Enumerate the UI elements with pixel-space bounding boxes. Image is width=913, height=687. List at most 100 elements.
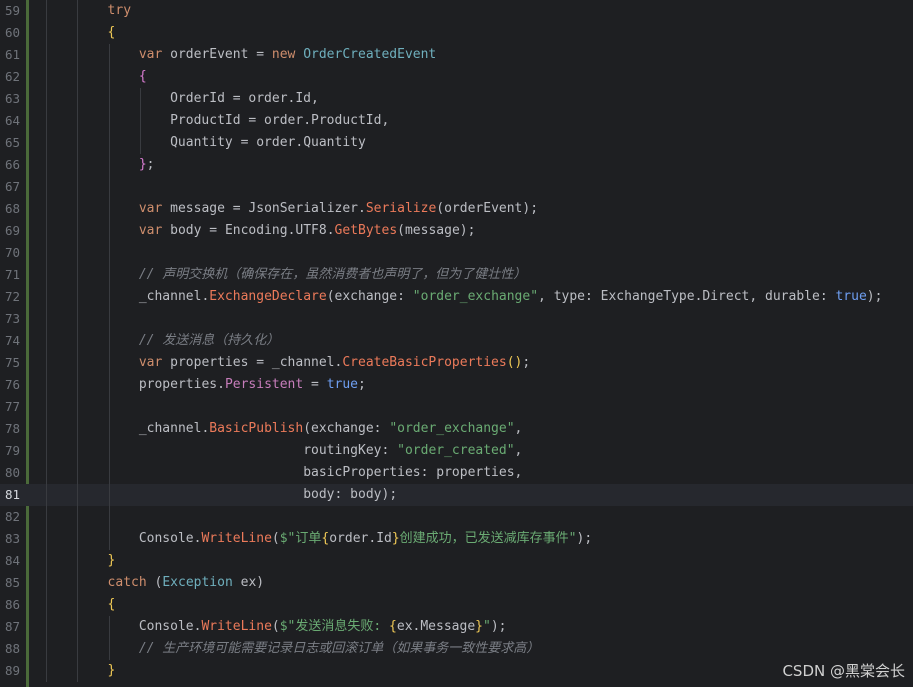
indent-guide bbox=[139, 88, 141, 110]
code-text[interactable]: var message = JsonSerializer.Serialize(o… bbox=[139, 198, 538, 220]
code-text[interactable]: // 发送消息（持久化） bbox=[139, 330, 279, 352]
code-line[interactable]: 88 // 生产环境可能需要记录日志或回滚订单（如果事务一致性要求高） bbox=[0, 638, 913, 660]
code-line[interactable]: 86 { bbox=[0, 594, 913, 616]
indent-guide bbox=[77, 660, 79, 682]
indent-guide bbox=[77, 616, 79, 638]
code-line[interactable]: 64 ProductId = order.ProductId, bbox=[0, 110, 913, 132]
code-text[interactable]: Quantity = order.Quantity bbox=[170, 132, 366, 154]
code-line[interactable]: 73 bbox=[0, 308, 913, 330]
code-text[interactable]: // 生产环境可能需要记录日志或回滚订单（如果事务一致性要求高） bbox=[139, 638, 539, 660]
code-line[interactable]: 81 body: body); bbox=[0, 484, 913, 506]
code-text[interactable]: _channel.BasicPublish(exchange: "order_e… bbox=[139, 418, 523, 440]
indent-guide bbox=[77, 374, 79, 396]
indent-guide bbox=[46, 132, 47, 154]
code-line[interactable]: 66}; bbox=[0, 154, 913, 176]
indent-guide bbox=[77, 330, 79, 352]
code-line[interactable]: 77 bbox=[0, 396, 913, 418]
code-line[interactable]: 79 routingKey: "order_created", bbox=[0, 440, 913, 462]
line-number: 85 bbox=[4, 575, 20, 590]
indent-guide bbox=[77, 484, 79, 506]
line-number: 83 bbox=[4, 531, 20, 546]
line-number: 80 bbox=[4, 465, 20, 480]
code-text[interactable]: { bbox=[108, 22, 116, 44]
code-line[interactable]: 74 // 发送消息（持久化） bbox=[0, 330, 913, 352]
code-line[interactable]: 76 properties.Persistent = true; bbox=[0, 374, 913, 396]
code-text[interactable]: } bbox=[108, 550, 116, 572]
code-text[interactable]: // 声明交换机（确保存在，虽然消费者也声明了，但为了健壮性） bbox=[139, 264, 526, 286]
line-number: 86 bbox=[4, 597, 20, 612]
indent-guide bbox=[108, 198, 110, 220]
code-line[interactable]: 78 _channel.BasicPublish(exchange: "order… bbox=[0, 418, 913, 440]
indent-guide bbox=[46, 110, 47, 132]
indent-guide bbox=[108, 242, 110, 264]
code-line[interactable]: 70 bbox=[0, 242, 913, 264]
code-text[interactable]: var body = Encoding.UTF8.GetBytes(messag… bbox=[139, 220, 476, 242]
code-line[interactable]: 71 // 声明交换机（确保存在，虽然消费者也声明了，但为了健壮性） bbox=[0, 264, 913, 286]
indent-guide bbox=[108, 308, 110, 330]
indent-guide bbox=[77, 132, 79, 154]
code-line[interactable]: 83 Console.WriteLine($"订单{order.Id}创建成功，已… bbox=[0, 528, 913, 550]
indent-guide bbox=[108, 506, 110, 528]
code-line[interactable]: 72 _channel.ExchangeDeclare(exchange: "or… bbox=[0, 286, 913, 308]
code-text[interactable]: } bbox=[108, 660, 116, 682]
csdn-watermark: CSDN @黑棠会长 bbox=[782, 662, 905, 680]
indent-guide bbox=[77, 594, 79, 616]
indent-guide bbox=[108, 132, 110, 154]
indent-guide bbox=[108, 110, 110, 132]
code-line[interactable]: 61 var orderEvent = new OrderCreatedEvent bbox=[0, 44, 913, 66]
code-line[interactable]: 62 { bbox=[0, 66, 913, 88]
code-text[interactable]: body: body); bbox=[139, 484, 397, 506]
code-text[interactable]: routingKey: "order_created", bbox=[139, 440, 522, 462]
indent-guide bbox=[46, 88, 47, 110]
line-number: 67 bbox=[4, 179, 20, 194]
code-text[interactable]: properties.Persistent = true; bbox=[139, 374, 366, 396]
code-text[interactable]: _channel.ExchangeDeclare(exchange: "orde… bbox=[139, 286, 883, 308]
code-text[interactable]: Console.WriteLine($"发送消息失败: {ex.Message}… bbox=[139, 616, 507, 638]
code-text[interactable]: ProductId = order.ProductId, bbox=[170, 110, 389, 132]
indent-guide bbox=[46, 418, 47, 440]
line-number: 75 bbox=[4, 355, 20, 370]
indent-guide bbox=[46, 286, 47, 308]
indent-guide bbox=[108, 396, 110, 418]
code-editor[interactable]: 59 try 60 {61 var orderEvent = new OrderCrea… bbox=[0, 0, 913, 687]
indent-guide bbox=[77, 44, 79, 66]
code-line[interactable]: 84} bbox=[0, 550, 913, 572]
line-number: 61 bbox=[4, 47, 20, 62]
indent-guide bbox=[46, 440, 47, 462]
indent-guide bbox=[46, 550, 47, 572]
code-line[interactable]: 63 OrderId = order.Id, bbox=[0, 88, 913, 110]
code-text[interactable]: { bbox=[108, 594, 116, 616]
code-line[interactable]: 75 var properties = _channel.CreateBasicP… bbox=[0, 352, 913, 374]
code-text[interactable]: OrderId = order.Id, bbox=[170, 88, 319, 110]
code-text[interactable]: var properties = _channel.CreateBasicPro… bbox=[139, 352, 530, 374]
line-number: 62 bbox=[4, 69, 20, 84]
line-number: 60 bbox=[4, 25, 20, 40]
indent-guide bbox=[108, 66, 110, 88]
indent-guide bbox=[46, 308, 47, 330]
code-line[interactable]: 89} bbox=[0, 660, 913, 682]
code-text[interactable]: Console.WriteLine($"订单{order.Id}创建成功，已发送… bbox=[139, 528, 592, 550]
code-line[interactable]: 67 bbox=[0, 176, 913, 198]
code-line[interactable]: 69 var body = Encoding.UTF8.GetBytes(mess… bbox=[0, 220, 913, 242]
code-text[interactable]: try bbox=[108, 0, 131, 22]
code-line[interactable]: 60 { bbox=[0, 22, 913, 44]
code-line[interactable]: 87 Console.WriteLine($"发送消息失败: {ex.Messag… bbox=[0, 616, 913, 638]
indent-guide bbox=[77, 638, 79, 660]
code-line[interactable]: 65 Quantity = order.Quantity bbox=[0, 132, 913, 154]
code-line[interactable]: 68 var message = JsonSerializer.Serialize… bbox=[0, 198, 913, 220]
indent-guide bbox=[77, 264, 79, 286]
code-text[interactable]: basicProperties: properties, bbox=[139, 462, 522, 484]
code-text[interactable]: var orderEvent = new OrderCreatedEvent bbox=[139, 44, 436, 66]
code-line[interactable]: 80 basicProperties: properties, bbox=[0, 462, 913, 484]
code-line[interactable]: 82 bbox=[0, 506, 913, 528]
code-line[interactable]: 59 try bbox=[0, 0, 913, 22]
indent-guide bbox=[77, 396, 79, 418]
code-text[interactable]: catch (Exception ex) bbox=[108, 572, 265, 594]
indent-guide bbox=[46, 220, 47, 242]
indent-guide bbox=[77, 154, 79, 176]
code-line[interactable]: 85 catch (Exception ex) bbox=[0, 572, 913, 594]
code-text[interactable]: }; bbox=[139, 154, 155, 176]
indent-guide bbox=[77, 110, 79, 132]
indent-guide bbox=[77, 572, 79, 594]
code-text[interactable]: { bbox=[139, 66, 147, 88]
